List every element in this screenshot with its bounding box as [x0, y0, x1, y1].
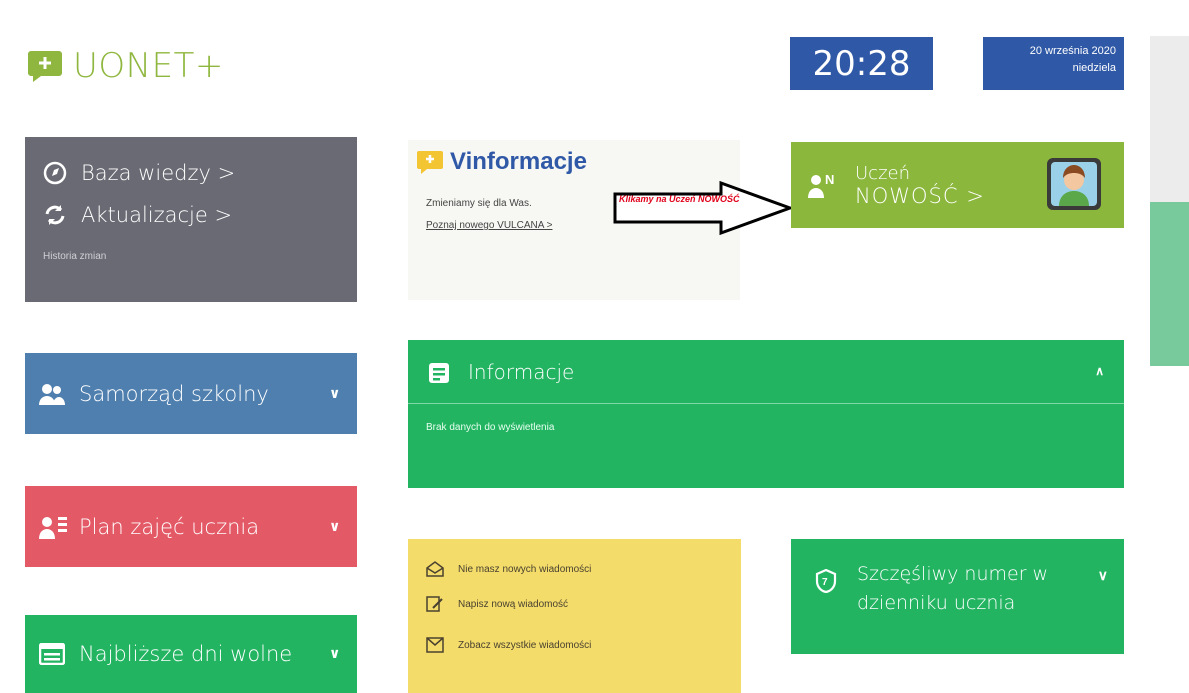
shield-icon: 7: [815, 569, 837, 593]
informacje-header[interactable]: Informacje ∧: [408, 340, 1124, 404]
all-messages-label: Zobacz wszystkie wiadomości: [458, 639, 592, 651]
samorzad-tile[interactable]: Samorząd szkolny ∨: [25, 353, 357, 434]
logo-icon: [28, 51, 62, 82]
student-new-icon: N: [808, 172, 834, 198]
messages-panel: Nie masz nowych wiadomości Napisz nową w…: [408, 539, 741, 693]
compass-icon: [43, 161, 67, 185]
chevron-down-icon: ∨: [329, 646, 341, 662]
date-day: 20 września 2020: [1029, 45, 1116, 57]
dni-wolne-label: Najbliższe dni wolne: [79, 642, 293, 666]
student-schedule-icon: [39, 516, 67, 539]
lucky-number-tile[interactable]: 7 Szczęśliwy numer w dzienniku ucznia ∨: [791, 539, 1124, 654]
chevron-down-icon[interactable]: ∨: [1098, 567, 1108, 584]
vinfo-chat-icon: [417, 151, 443, 174]
dni-wolne-tile[interactable]: Najbliższe dni wolne ∨: [25, 615, 357, 693]
refresh-icon: [45, 205, 65, 225]
date-display: 20 września 2020 niedziela: [983, 37, 1124, 90]
logo-text: UONET+: [73, 46, 224, 86]
date-weekday: niedziela: [1072, 62, 1116, 74]
plan-zajec-tile[interactable]: Plan zajęć ucznia ∨: [25, 486, 357, 567]
badge-letter: N: [825, 172, 834, 187]
chevron-down-icon: ∨: [329, 385, 341, 402]
informacje-title: Informacje: [468, 360, 575, 384]
baza-wiedzy-link[interactable]: Baza wiedzy >: [43, 161, 235, 185]
informacje-empty: Brak danych do wyświetlenia: [426, 422, 555, 433]
annotation-arrow: Klikamy na Uczeń NOWOŚĆ: [613, 180, 795, 236]
uczen-nowosc-tile[interactable]: N Uczeń NOWOŚĆ >: [791, 142, 1124, 228]
informacje-panel: Informacje ∧ Brak danych do wyświetlenia: [408, 340, 1124, 488]
svg-text:7: 7: [822, 577, 828, 588]
aktualizacje-link[interactable]: Aktualizacje >: [43, 203, 232, 227]
write-message-label: Napisz nową wiadomość: [458, 598, 569, 610]
side-panel-gray: [1150, 36, 1189, 204]
users-icon: [39, 383, 65, 405]
uczen-label: Uczeń: [855, 163, 911, 184]
baza-wiedzy-label: Baza wiedzy >: [81, 161, 236, 185]
vinformacje-header: Vinformacje: [416, 148, 587, 176]
samorzad-label: Samorząd szkolny: [79, 381, 269, 406]
chevron-up-icon[interactable]: ∧: [1095, 364, 1104, 378]
vinformacje-title: Vinformacje: [450, 148, 587, 175]
inbox-icon: [426, 561, 444, 577]
chevron-down-icon: ∨: [329, 518, 341, 535]
aktualizacje-label: Aktualizacje >: [81, 203, 233, 227]
write-message-item[interactable]: Napisz nową wiadomość: [426, 596, 568, 612]
annotation-text: Klikamy na Uczeń NOWOŚĆ: [619, 194, 740, 204]
no-messages-item[interactable]: Nie masz nowych wiadomości: [426, 561, 591, 577]
no-messages-label: Nie masz nowych wiadomości: [458, 563, 592, 575]
help-tile: Baza wiedzy > Aktualizacje > Historia zm…: [25, 137, 357, 302]
app-logo[interactable]: UONET+: [27, 46, 224, 86]
compose-icon: [426, 596, 443, 612]
clock: 20:28: [790, 37, 933, 90]
document-icon: [429, 363, 449, 383]
side-panel-green: [1150, 202, 1189, 366]
arrow-right-icon: [613, 180, 795, 236]
student-avatar-icon: [1047, 158, 1101, 210]
vinformacje-text: Zmieniamy się dla Was.: [426, 198, 532, 209]
lucky-number-label: Szczęśliwy numer w dzienniku ucznia: [857, 563, 1049, 614]
all-messages-item[interactable]: Zobacz wszystkie wiadomości: [426, 637, 591, 653]
nowosc-label: NOWOŚĆ >: [855, 184, 985, 208]
mailbox-icon: [426, 637, 444, 653]
calendar-list-icon: [39, 643, 65, 665]
vulcan-link[interactable]: Poznaj nowego VULCANA >: [426, 220, 552, 231]
historia-zmian-link[interactable]: Historia zmian: [43, 251, 106, 262]
plan-zajec-label: Plan zajęć ucznia: [79, 514, 260, 539]
